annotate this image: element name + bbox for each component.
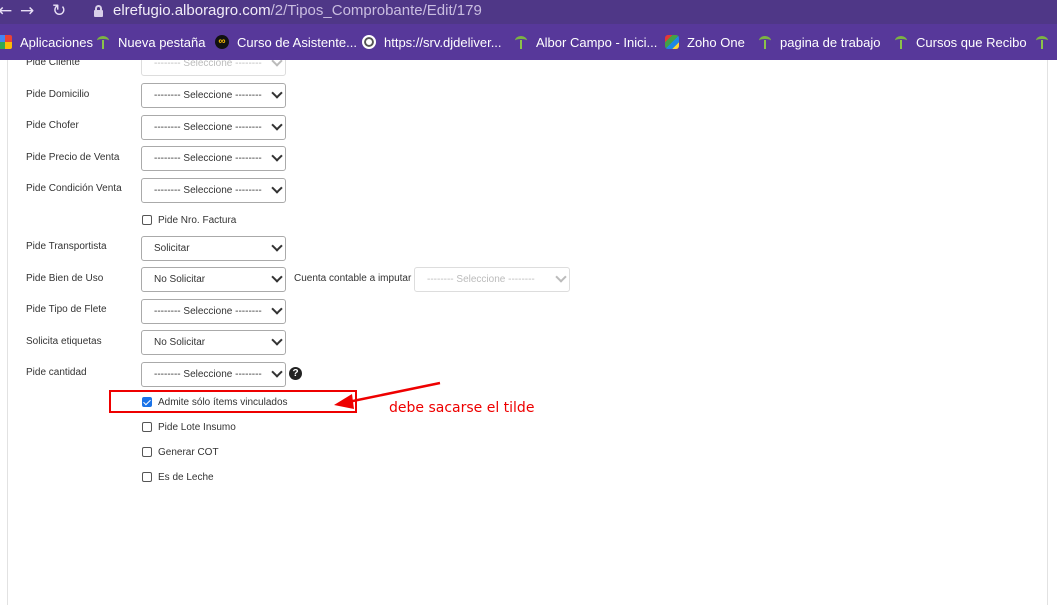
chevron-down-icon <box>271 60 283 67</box>
es-de-leche-checkbox[interactable] <box>142 472 152 482</box>
label-pide-transportista: Pide Transportista <box>26 241 107 252</box>
checkbox-row-es-de-leche[interactable]: Es de Leche <box>142 470 214 484</box>
label-pide-domicilio: Pide Domicilio <box>26 89 90 100</box>
chevron-down-icon <box>271 119 283 131</box>
label-pide-bien-uso: Pide Bien de Uso <box>26 273 104 284</box>
select-value: -------- Seleccione -------- <box>427 274 535 285</box>
select-pide-cliente[interactable]: -------- Seleccione -------- <box>141 60 286 76</box>
chevron-down-icon <box>271 182 283 194</box>
select-value: -------- Seleccione -------- <box>154 185 262 196</box>
bookmark-albor-campo[interactable]: Albor Campo - Inici... <box>514 34 657 50</box>
select-value: -------- Seleccione -------- <box>154 153 262 164</box>
url-host: elrefugio.alboragro.com <box>113 2 271 19</box>
url-path: /2/Tipos_Comprobante/Edit/179 <box>270 2 482 19</box>
browser-address-bar: ← → ↻ elrefugio.alboragro.com/2/Tipos_Co… <box>0 0 1057 24</box>
bookmark-label: https://srv.djdeliver... <box>384 34 502 50</box>
label-pide-cliente: Pide Cliente <box>26 60 80 68</box>
select-value: -------- Seleccione -------- <box>154 306 262 317</box>
help-icon[interactable]: ? <box>289 367 302 380</box>
back-button[interactable]: ← <box>0 1 12 21</box>
select-cuenta-contable[interactable]: -------- Seleccione -------- <box>414 267 570 292</box>
select-pide-domicilio[interactable]: -------- Seleccione -------- <box>141 83 286 108</box>
bookmark-curso-asistente[interactable]: ∞ Curso de Asistente... <box>215 34 357 50</box>
bookmark-label: Cursos que Recibo <box>916 34 1027 50</box>
chevron-down-icon <box>271 240 283 252</box>
apps-grid-icon <box>0 35 12 49</box>
select-pide-precio-venta[interactable]: -------- Seleccione -------- <box>141 146 286 171</box>
checkbox-label: Es de Leche <box>158 471 214 483</box>
chevron-down-icon <box>271 150 283 162</box>
checkbox-label: Generar COT <box>158 446 219 458</box>
bookmark-overflow[interactable] <box>1035 34 1057 50</box>
chevron-down-icon <box>271 271 283 283</box>
chevron-down-icon <box>271 87 283 99</box>
chevron-down-icon <box>271 334 283 346</box>
checkbox-row-pide-lote-insumo[interactable]: Pide Lote Insumo <box>142 420 236 434</box>
generar-cot-checkbox[interactable] <box>142 447 152 457</box>
label-pide-precio-venta: Pide Precio de Venta <box>26 152 120 163</box>
highlight-box <box>109 390 357 413</box>
select-pide-cantidad[interactable]: -------- Seleccione -------- <box>141 362 286 387</box>
chevron-down-icon <box>271 303 283 315</box>
select-pide-transportista[interactable]: Solicitar <box>141 236 286 261</box>
bookmark-label: Nueva pestaña <box>118 34 206 50</box>
url-field[interactable]: elrefugio.alboragro.com/2/Tipos_Comproba… <box>113 2 482 19</box>
checkbox-label: Pide Nro. Factura <box>158 214 237 226</box>
chevron-down-icon <box>555 271 567 283</box>
bookmark-label: Aplicaciones <box>20 34 93 50</box>
checkbox-row-generar-cot[interactable]: Generar COT <box>142 445 219 459</box>
bookmark-aplicaciones[interactable]: Aplicaciones <box>0 34 93 50</box>
bookmarks-bar: Aplicaciones Nueva pestaña ∞ Curso de Asi… <box>0 24 1057 60</box>
select-pide-condicion-venta[interactable]: -------- Seleccione -------- <box>141 178 286 203</box>
globe-icon <box>362 35 376 49</box>
lock-icon <box>94 5 103 17</box>
bookmark-zoho-one[interactable]: Zoho One <box>665 34 745 50</box>
bookmark-label: Curso de Asistente... <box>237 34 357 50</box>
bookmark-nueva-pestana[interactable]: Nueva pestaña <box>96 34 205 50</box>
label-pide-condicion-venta: Pide Condición Venta <box>26 183 122 194</box>
pide-lote-insumo-checkbox[interactable] <box>142 422 152 432</box>
select-value: -------- Seleccione -------- <box>154 60 262 69</box>
palm-icon <box>1035 35 1049 49</box>
annotation-note: debe sacarse el tilde <box>389 400 535 416</box>
bookmark-pagina-trabajo[interactable]: pagina de trabajo <box>758 34 880 50</box>
select-value: -------- Seleccione -------- <box>154 122 262 133</box>
chevron-down-icon <box>271 366 283 378</box>
label-pide-tipo-flete: Pide Tipo de Flete <box>26 304 107 315</box>
bookmark-label: Zoho One <box>687 34 745 50</box>
palm-icon <box>96 35 110 49</box>
label-pide-cantidad: Pide cantidad <box>26 367 87 378</box>
zoho-icon <box>665 35 679 49</box>
bookmark-cursos-recibo[interactable]: Cursos que Recibo <box>894 34 1027 50</box>
label-solicita-etiquetas: Solicita etiquetas <box>26 336 102 347</box>
left-divider <box>7 60 8 605</box>
reload-button[interactable]: ↻ <box>52 1 66 21</box>
palm-icon <box>514 35 528 49</box>
bookmark-label: pagina de trabajo <box>780 34 881 50</box>
bookmark-label: Albor Campo - Inici... <box>536 34 658 50</box>
bookmark-djdeliver[interactable]: https://srv.djdeliver... <box>362 34 502 50</box>
palm-icon <box>758 35 772 49</box>
palm-icon <box>894 35 908 49</box>
label-cuenta-contable: Cuenta contable a imputar <box>294 273 412 284</box>
select-pide-chofer[interactable]: -------- Seleccione -------- <box>141 115 286 140</box>
pide-nro-factura-checkbox[interactable] <box>142 215 152 225</box>
checkbox-label: Pide Lote Insumo <box>158 421 236 433</box>
select-solicita-etiquetas[interactable]: No Solicitar <box>141 330 286 355</box>
select-value: No Solicitar <box>154 274 206 285</box>
select-pide-tipo-flete[interactable]: -------- Seleccione -------- <box>141 299 286 324</box>
forward-button[interactable]: → <box>20 1 34 21</box>
select-pide-bien-uso[interactable]: No Solicitar <box>141 267 286 292</box>
select-value: -------- Seleccione -------- <box>154 369 262 380</box>
select-value: -------- Seleccione -------- <box>154 90 262 101</box>
infinity-icon: ∞ <box>215 35 229 49</box>
checkbox-row-pide-nro-factura[interactable]: Pide Nro. Factura <box>142 213 236 227</box>
right-divider <box>1047 60 1048 605</box>
select-value: Solicitar <box>154 243 190 254</box>
select-value: No Solicitar <box>154 337 206 348</box>
label-pide-chofer: Pide Chofer <box>26 120 79 131</box>
form-area: Pide Cliente -------- Seleccione -------… <box>0 60 1057 605</box>
